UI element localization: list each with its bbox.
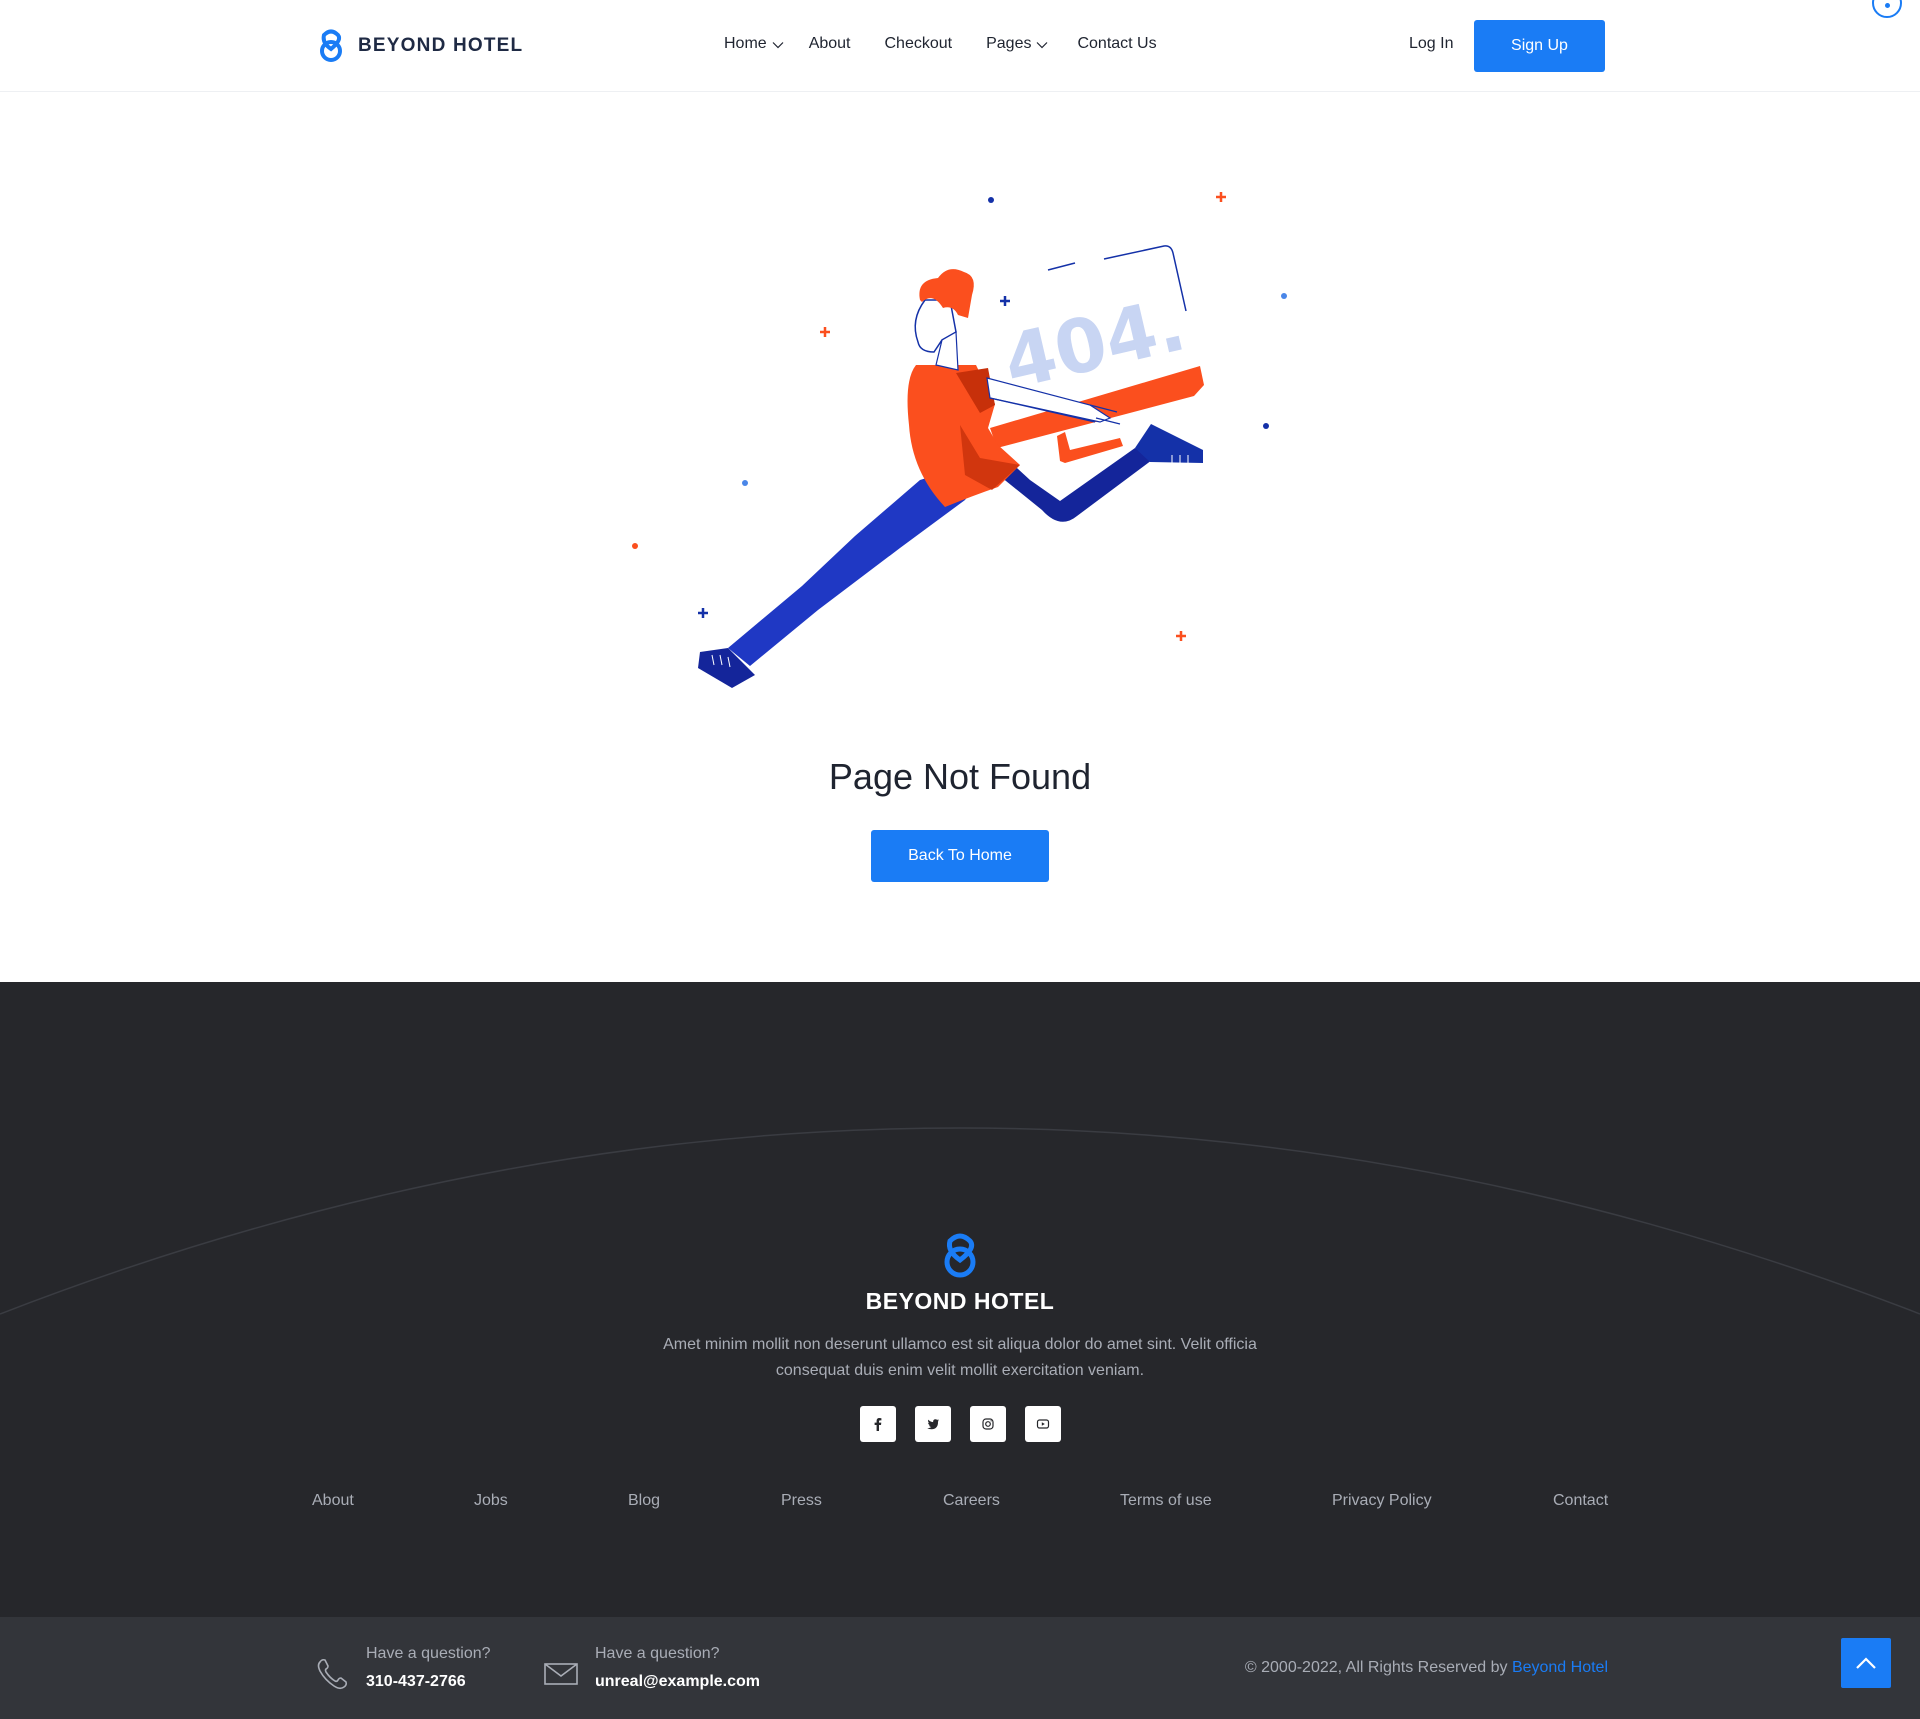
instagram-icon bbox=[982, 1418, 994, 1430]
signup-button[interactable]: Sign Up bbox=[1474, 20, 1605, 72]
footer-links: About Jobs Blog Press Careers Terms of u… bbox=[0, 1492, 1920, 1516]
mail-icon bbox=[544, 1663, 578, 1685]
scroll-to-top-button[interactable] bbox=[1841, 1638, 1891, 1688]
copyright-prefix: © 2000-2022, All Rights Reserved by bbox=[1244, 1659, 1512, 1676]
site-footer: BEYOND HOTEL Amet minim mollit non deser… bbox=[0, 982, 1920, 1617]
nav-item-home[interactable]: Home bbox=[724, 35, 785, 53]
footer-brand-name: BEYOND HOTEL bbox=[865, 1288, 1055, 1314]
phone-label: Have a question? bbox=[366, 1645, 491, 1662]
footer-link-privacy[interactable]: Privacy Policy bbox=[1332, 1492, 1432, 1510]
nav-item-pages[interactable]: Pages bbox=[986, 35, 1049, 53]
footer-link-about[interactable]: About bbox=[312, 1492, 354, 1510]
nav-item-label: Checkout bbox=[884, 35, 953, 52]
footer-description: Amet minim mollit non deserunt ullamco e… bbox=[663, 1336, 1257, 1379]
twitter-icon bbox=[927, 1419, 939, 1430]
nav-item-contact-us[interactable]: Contact Us bbox=[1077, 35, 1156, 53]
footer-link-jobs[interactable]: Jobs bbox=[474, 1492, 508, 1510]
twitter-link[interactable] bbox=[915, 1406, 951, 1442]
phone-contact[interactable]: Have a question? 310-437-2766 bbox=[314, 1645, 491, 1691]
footer-link-blog[interactable]: Blog bbox=[628, 1492, 660, 1510]
footer-link-careers[interactable]: Careers bbox=[943, 1492, 1000, 1510]
nav-item-checkout[interactable]: Checkout bbox=[885, 35, 953, 53]
page-title: Page Not Found bbox=[828, 756, 1092, 797]
nav-item-label: Pages bbox=[986, 35, 1032, 52]
facebook-icon bbox=[874, 1418, 882, 1431]
footer-bottom-bar: Have a question? 310-437-2766 Have a que… bbox=[0, 1617, 1920, 1719]
email-contact[interactable]: Have a question? unreal@example.com bbox=[543, 1645, 760, 1691]
main-nav: Home About Checkout Pages Contact Us bbox=[724, 35, 1157, 53]
footer-link-contact[interactable]: Contact bbox=[1553, 1492, 1608, 1510]
phone-number[interactable]: 310-437-2766 bbox=[366, 1673, 491, 1691]
chevron-down-icon bbox=[1037, 42, 1048, 49]
social-links bbox=[860, 1406, 1061, 1442]
brand-name: BEYOND HOTEL bbox=[358, 35, 524, 56]
instagram-link[interactable] bbox=[970, 1406, 1006, 1442]
footer-link-terms[interactable]: Terms of use bbox=[1120, 1492, 1212, 1510]
nav-item-label: Contact Us bbox=[1077, 35, 1157, 52]
email-address[interactable]: unreal@example.com bbox=[595, 1673, 760, 1691]
login-link[interactable]: Log In bbox=[1409, 35, 1453, 53]
chevron-down-icon bbox=[772, 42, 784, 49]
youtube-link[interactable] bbox=[1025, 1406, 1061, 1442]
youtube-icon bbox=[1036, 1419, 1050, 1429]
settings-toggle-icon[interactable] bbox=[1872, 0, 1902, 18]
brand-logo-icon bbox=[320, 29, 342, 62]
footer-logo-icon bbox=[944, 1233, 976, 1278]
nav-item-label: About bbox=[808, 35, 851, 52]
footer-link-press[interactable]: Press bbox=[781, 1492, 822, 1510]
phone-icon bbox=[317, 1658, 348, 1690]
chevron-up-icon bbox=[1856, 1657, 1876, 1669]
email-label: Have a question? bbox=[595, 1645, 720, 1662]
facebook-link[interactable] bbox=[860, 1406, 896, 1442]
brand-logo[interactable]: BEYOND HOTEL bbox=[316, 29, 523, 63]
site-header: BEYOND HOTEL Home About Checkout Pages C… bbox=[0, 0, 1920, 92]
copyright-text: © 2000-2022, All Rights Reserved by Beyo… bbox=[1245, 1659, 1608, 1677]
404-illustration: 404. bbox=[632, 192, 1287, 688]
back-to-home-button[interactable]: Back To Home bbox=[871, 830, 1049, 882]
copyright-link[interactable]: Beyond Hotel bbox=[1512, 1659, 1608, 1676]
nav-item-label: Home bbox=[724, 35, 767, 52]
nav-item-about[interactable]: About bbox=[809, 35, 851, 53]
